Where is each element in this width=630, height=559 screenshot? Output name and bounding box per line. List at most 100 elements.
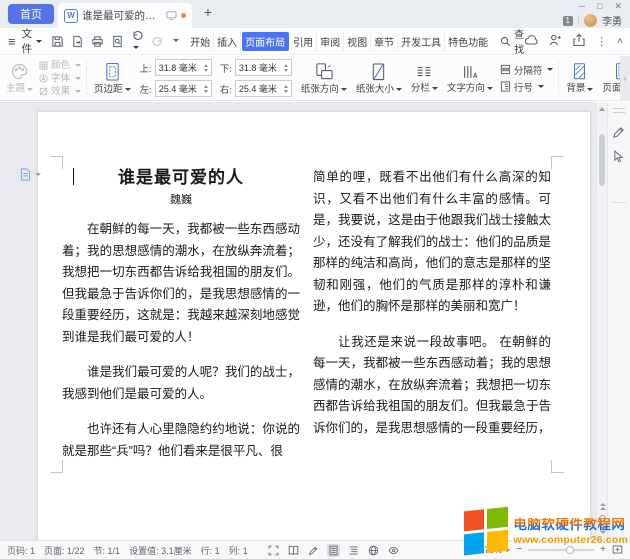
background-button[interactable]: 背景 bbox=[564, 62, 595, 94]
orientation-icon bbox=[314, 62, 334, 82]
margin-right-input[interactable]: 25.4 毫米 bbox=[235, 80, 292, 97]
upload-share-icon[interactable] bbox=[572, 33, 586, 50]
user-avatar[interactable] bbox=[584, 14, 597, 27]
tab-references[interactable]: 引用 bbox=[290, 32, 317, 51]
notification-badge[interactable]: 1 bbox=[563, 16, 573, 26]
spinner[interactable] bbox=[204, 64, 208, 72]
print-button[interactable] bbox=[91, 35, 104, 48]
tab-view[interactable]: 视图 bbox=[344, 32, 371, 51]
spinner[interactable] bbox=[284, 85, 288, 93]
home-tab[interactable]: 首页 bbox=[8, 4, 54, 24]
share-user-icon[interactable] bbox=[548, 33, 562, 50]
web-layout-icon[interactable] bbox=[367, 544, 380, 557]
document-author[interactable]: 魏巍 bbox=[62, 192, 300, 208]
column-status[interactable]: 列: 1 bbox=[229, 544, 248, 557]
view-mode-icons bbox=[267, 544, 400, 557]
tab-insert[interactable]: 插入 bbox=[214, 32, 241, 51]
margin-right-label: 右: bbox=[220, 82, 232, 96]
document-text[interactable]: 谁是最可爱的人 魏巍 在朝鲜的每一天，我都被一些东西感动着；我的思想感情的潮水，… bbox=[62, 166, 551, 476]
more-options-icon[interactable]: ⋮ bbox=[596, 35, 607, 48]
find-button[interactable]: 查找 bbox=[500, 26, 524, 56]
maximize-button[interactable]: □ bbox=[597, 1, 602, 12]
screen-share-icon[interactable] bbox=[166, 10, 177, 21]
document-canvas[interactable]: 谁是最可爱的人 魏巍 在朝鲜的每一天，我都被一些东西感动着；我的思想感情的潮水，… bbox=[0, 102, 608, 540]
select-cursor-icon[interactable] bbox=[613, 150, 624, 168]
print-preview-button[interactable] bbox=[111, 35, 124, 48]
hamburger-icon[interactable]: ≡ bbox=[8, 34, 16, 49]
redo-button[interactable] bbox=[151, 35, 164, 48]
theme-colors-button[interactable]: 颜色 bbox=[39, 60, 81, 71]
tab-developer[interactable]: 开发工具 bbox=[398, 32, 445, 51]
new-tab-button[interactable]: + bbox=[200, 4, 216, 20]
tab-section[interactable]: 章节 bbox=[371, 32, 398, 51]
logo-square-green bbox=[487, 507, 508, 529]
user-name[interactable]: 李勇 bbox=[602, 13, 622, 28]
page-view-icon[interactable] bbox=[327, 544, 340, 557]
right-column[interactable]: 简单的哩，既看不出他们有什么高深的知识，又看不出他们有什么丰富的感情。可是，我要… bbox=[313, 166, 551, 476]
panel-handle[interactable] bbox=[613, 108, 625, 113]
read-layout-icon[interactable] bbox=[287, 544, 300, 557]
page-ratio-status[interactable]: 页面: 1/22 bbox=[44, 544, 85, 557]
menubar: ≡ 文件 开始 插入 页面布局 引用 审阅 视图 章节 开发工具 特色功能 查找 bbox=[0, 28, 630, 55]
margin-bottom-input[interactable]: 31.8 毫米 bbox=[235, 59, 292, 76]
theme-fonts-button[interactable]: 字体 bbox=[39, 73, 81, 84]
margins-button[interactable]: 页边距 bbox=[92, 62, 133, 95]
paper-orientation-button[interactable]: 纸张方向 bbox=[299, 62, 349, 95]
fullscreen-icon[interactable] bbox=[267, 544, 280, 557]
write-mode-icon[interactable] bbox=[307, 544, 320, 557]
line-number-label: 行号 bbox=[514, 80, 533, 94]
eye-protection-icon[interactable] bbox=[387, 544, 400, 557]
margin-left-input[interactable]: 25.4 毫米 bbox=[155, 80, 212, 97]
tab-special-features[interactable]: 特色功能 bbox=[445, 32, 491, 51]
save-button[interactable] bbox=[51, 35, 64, 48]
tab-review[interactable]: 审阅 bbox=[317, 32, 344, 51]
customize-toolbar-caret[interactable] bbox=[171, 35, 179, 47]
setting-status[interactable]: 设置值: 3.1厘米 bbox=[129, 544, 192, 557]
paragraph[interactable]: 简单的哩，既看不出他们有什么高深的知识，又看不出他们有什么丰富的感情。可是，我要… bbox=[313, 167, 551, 318]
document-title[interactable]: 谁是最可爱的人 bbox=[62, 166, 300, 190]
paragraph[interactable]: 让我还是来说一段故事吧。 在朝鲜的每一天，我都被一些东西感动着；我的思想感情的潮… bbox=[313, 332, 551, 440]
watermark-site-name: 电脑软硬件教程网 bbox=[513, 518, 628, 532]
theme-button[interactable]: 主题 bbox=[4, 62, 35, 94]
section-status[interactable]: 节: 1/1 bbox=[94, 544, 121, 557]
minimize-button[interactable]: ─ bbox=[579, 1, 585, 12]
line-status[interactable]: 行: 1 bbox=[201, 544, 220, 557]
tab-start[interactable]: 开始 bbox=[187, 32, 214, 51]
cloud-sync-icon[interactable] bbox=[524, 33, 538, 50]
spinner[interactable] bbox=[204, 85, 208, 93]
export-button[interactable] bbox=[71, 35, 84, 48]
paper-size-button[interactable]: 纸张大小 bbox=[354, 62, 404, 95]
ribbon-tabs: 开始 插入 页面布局 引用 审阅 视图 章节 开发工具 特色功能 bbox=[187, 32, 491, 51]
outline-view-icon[interactable] bbox=[347, 544, 360, 557]
file-menu[interactable]: 文件 bbox=[22, 26, 43, 56]
doc-assistant-button[interactable] bbox=[20, 168, 41, 181]
paragraph[interactable]: 也许还有人心里隐隐约约地说：你说的就是那些“兵”吗？他们看来是很平凡、很 bbox=[62, 419, 300, 462]
columns-button[interactable]: 分栏 bbox=[409, 63, 440, 94]
paragraph[interactable]: 谁是我们最可爱的人呢？我们的战士，我感到他们是最可爱的人。 bbox=[62, 362, 300, 405]
undo-caret bbox=[133, 46, 139, 49]
document-tab[interactable]: W 谁是最可爱的人.doc bbox=[58, 3, 192, 28]
palette-icon bbox=[10, 62, 29, 81]
separator-button[interactable]: 分隔符 bbox=[500, 63, 554, 77]
margin-left-field: 左: 25.4 毫米 bbox=[140, 80, 212, 97]
right-side-toolbar bbox=[607, 102, 630, 540]
chevron-down-icon bbox=[36, 40, 42, 43]
page-number-status[interactable]: 页码: 1 bbox=[7, 544, 35, 557]
annotate-pen-icon[interactable] bbox=[612, 126, 625, 144]
close-button[interactable]: ✕ bbox=[614, 1, 622, 12]
orientation-label: 纸张方向 bbox=[301, 85, 339, 95]
line-number-button[interactable]: 行号 bbox=[500, 80, 554, 94]
theme-effects-button[interactable]: 效果 bbox=[39, 86, 81, 97]
collapse-ribbon-icon[interactable]: ˄ bbox=[617, 36, 623, 47]
paragraph[interactable]: 在朝鲜的每一天，我都被一些东西感动着；我的思想感情的潮水，在放纵奔流着；我想把一… bbox=[62, 219, 300, 348]
site-watermark: 电脑软硬件教程网 www.computer26.com bbox=[464, 509, 628, 554]
left-column[interactable]: 谁是最可爱的人 魏巍 在朝鲜的每一天，我都被一些东西感动着；我的思想感情的潮水，… bbox=[62, 166, 300, 476]
margin-top-input[interactable]: 31.8 毫米 bbox=[155, 59, 212, 76]
ribbon-expand-strip[interactable]: › bbox=[620, 56, 630, 100]
text-direction-button[interactable]: 文字方向 bbox=[445, 63, 495, 94]
spinner[interactable] bbox=[284, 64, 288, 72]
tab-page-layout[interactable]: 页面布局 bbox=[242, 32, 289, 51]
scrollbar-thumb[interactable] bbox=[599, 134, 605, 186]
undo-button[interactable] bbox=[131, 29, 144, 54]
scroll-up-arrow[interactable] bbox=[599, 107, 605, 111]
